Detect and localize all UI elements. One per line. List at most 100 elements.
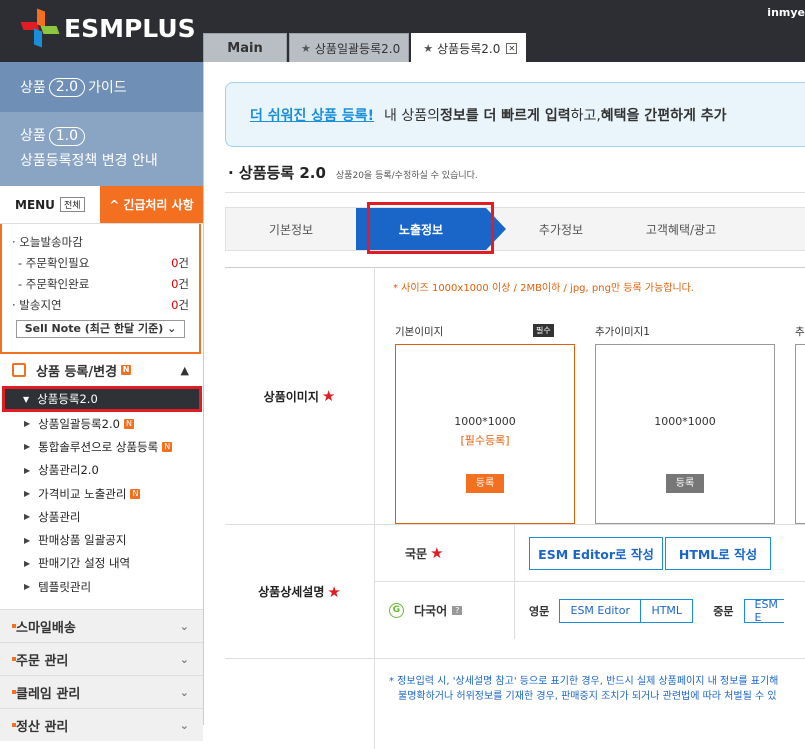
- item-label: 상품관리2.0: [38, 463, 99, 478]
- urgent-label: 긴급처리 사항: [123, 198, 194, 212]
- chevron-down-icon: ⌄: [167, 322, 177, 335]
- guide-20-link[interactable]: 상품 2.0 가이드: [0, 62, 203, 112]
- required-star-icon: ★: [327, 582, 341, 601]
- status-label: · 오늘발송마감: [12, 235, 83, 249]
- new-badge: N: [121, 365, 132, 375]
- register-button[interactable]: 등록: [466, 474, 504, 493]
- section-claim-manage[interactable]: 클레임 관리 ⌄: [0, 675, 203, 709]
- item-label: 판매상품 일괄공지: [38, 533, 127, 548]
- menu-all-button[interactable]: 전체: [59, 197, 85, 212]
- sidebar: 상품 2.0 가이드 상품 1.0 상품등록정책 변경 안내 MENU 전체 ^ 긴급처리…: [0, 62, 204, 742]
- detail-label: 상품상세설명 ★: [225, 525, 375, 658]
- sidebar-item-price-compare[interactable]: ▶ 가격비교 노출관리 N: [0, 482, 203, 505]
- main-image-box[interactable]: 1000*1000 [필수등록] 등록: [395, 344, 575, 524]
- step-customer-benefit[interactable]: 고객혜택/광고: [616, 208, 746, 250]
- sidebar-item-solution-register[interactable]: ▶ 통합솔루션으로 상품등록 N: [0, 435, 203, 458]
- menu-header: MENU 전체: [0, 186, 100, 223]
- chevron-down-icon: ⌄: [179, 718, 189, 732]
- section-product-register[interactable]: 상품 등록/변경 N ▲: [0, 354, 203, 386]
- section-label: 스마일배송: [16, 620, 76, 636]
- item-label: 상품관리: [38, 509, 81, 524]
- english-esm-editor-button[interactable]: ESM Editor: [559, 598, 642, 623]
- html-write-button[interactable]: HTML로 작성: [665, 536, 771, 570]
- add-image-box[interactable]: [795, 344, 805, 524]
- info-label: [225, 659, 375, 749]
- sidebar-item-product-register-20[interactable]: ▼ 상품등록2.0: [2, 386, 202, 412]
- new-badge: N: [162, 441, 173, 452]
- item-label: 템플릿관리: [38, 579, 92, 594]
- product-icon: [12, 363, 26, 377]
- sidebar-item-bulk-notice[interactable]: ▶ 판매상품 일괄공지: [0, 528, 203, 551]
- triangle-right-icon: ▶: [24, 489, 31, 499]
- sidebar-item-template[interactable]: ▶ 템플릿관리: [0, 575, 203, 598]
- label-text: 다국어: [414, 604, 448, 618]
- sell-note-label: Sell Note (최근 한달 기준): [24, 322, 164, 335]
- triangle-right-icon: ▶: [24, 419, 31, 429]
- tab-product-register[interactable]: ★ 상품등록2.0 ✕: [411, 33, 527, 62]
- sidebar-item-sale-period[interactable]: ▶ 판매기간 설정 내역: [0, 552, 203, 575]
- main-image-label: 기본이미지: [395, 326, 444, 338]
- item-label: 상품등록2.0: [37, 392, 98, 406]
- guide-text: 가이드: [88, 80, 127, 96]
- label-text: 국문: [405, 546, 428, 561]
- status-row[interactable]: · 발송지연 0건: [12, 295, 189, 316]
- status-row[interactable]: · 오늘발송마감: [12, 232, 189, 253]
- step-nav: 기본정보 노출정보 추가정보 고객혜택/광고: [225, 207, 805, 251]
- item-label: 가격비교 노출관리: [38, 486, 127, 501]
- urgent-tab[interactable]: ^ 긴급처리 사항: [100, 186, 203, 223]
- sidebar-item-bulk-register[interactable]: ▶ 상품일괄등록2.0 N: [0, 412, 203, 435]
- chevron-down-icon: ⌄: [179, 685, 189, 699]
- tab-main[interactable]: Main: [203, 33, 287, 62]
- required-badge: 필수: [533, 324, 554, 337]
- triangle-right-icon: ▶: [24, 512, 31, 522]
- chevron-up-icon: ^: [109, 197, 120, 212]
- page-title: · 상품등록 2.0 상품20을 등록/수정하실 수 있습니다.: [228, 164, 478, 182]
- page-title-text: 상품등록 2.0: [238, 164, 326, 182]
- sidebar-item-product-manage-20[interactable]: ▶ 상품관리2.0: [0, 459, 203, 482]
- page-subtitle: 상품20을 등록/수정하실 수 있습니다.: [335, 171, 478, 181]
- add-image-box[interactable]: 1000*1000 등록: [595, 344, 775, 524]
- banner-bold: 혜택을 간편하게 추가: [600, 107, 727, 124]
- required-star-icon: ★: [430, 544, 444, 562]
- star-icon: ★: [301, 41, 311, 55]
- chinese-esm-editor-button[interactable]: ESM E: [743, 598, 784, 624]
- help-icon[interactable]: ?: [452, 606, 463, 615]
- guide-text: 상품: [20, 128, 46, 144]
- section-smile-delivery[interactable]: 스마일배송 ⌄: [0, 609, 203, 643]
- chinese-label: 중문: [713, 604, 734, 618]
- version-pill: 2.0: [48, 77, 86, 97]
- status-row[interactable]: - 주문확인완료 0건: [12, 274, 189, 295]
- section-order-manage[interactable]: 주문 관리 ⌄: [0, 642, 203, 676]
- tab-label: 상품등록2.0: [437, 41, 501, 56]
- user-name[interactable]: inmye: [767, 6, 805, 19]
- esm-editor-button[interactable]: ESM Editor로 작성: [529, 536, 663, 570]
- step-basic-info[interactable]: 기본정보: [226, 208, 356, 250]
- section-label: 주문 관리: [16, 653, 69, 669]
- required-text: [필수등록]: [460, 434, 510, 447]
- status-unit: 건: [178, 277, 189, 291]
- status-label: - 주문확인필요: [18, 256, 90, 270]
- status-row[interactable]: - 주문확인필요 0건: [12, 253, 189, 274]
- sell-note-dropdown[interactable]: Sell Note (최근 한달 기준) ⌄: [16, 320, 185, 338]
- tab-label: 상품일괄등록2.0: [314, 41, 401, 56]
- item-label: 상품일괄등록2.0: [38, 416, 120, 431]
- status-unit: 건: [178, 298, 189, 312]
- close-icon[interactable]: ✕: [506, 42, 518, 54]
- section-label: 상품 등록/변경: [36, 364, 118, 380]
- multilang-label: G 다국어?: [375, 582, 515, 639]
- promo-banner: 더 쉬워진 상품 등록! 내 상품의 정보를 더 빠르게 입력 하고, 혜택을 간…: [225, 82, 805, 147]
- menu-label: MENU: [15, 197, 55, 212]
- image-note: * 사이즈 1000x1000 이상 / 2MB이하 / jpg, png만 등…: [393, 283, 695, 294]
- tab-bulk-register[interactable]: ★ 상품일괄등록2.0: [289, 33, 410, 62]
- sidebar-item-product-manage[interactable]: ▶ 상품관리: [0, 505, 203, 528]
- add-image-label: 추: [795, 326, 805, 338]
- info-line: * 정보입력 시, '상세설명 참고' 등으로 표기한 경우, 반드시 실제 상…: [389, 676, 779, 687]
- add-image-label: 추가이미지1: [595, 326, 650, 338]
- image-dim: 1000*1000: [454, 415, 516, 428]
- esmplus-logo[interactable]: ESMPLUS: [20, 8, 196, 48]
- triangle-right-icon: ▶: [24, 442, 31, 452]
- english-html-button[interactable]: HTML: [641, 598, 694, 623]
- register-button[interactable]: 등록: [666, 474, 704, 493]
- guide-10-link[interactable]: 상품 1.0 상품등록정책 변경 안내: [0, 112, 203, 186]
- triangle-right-icon: ▶: [24, 582, 31, 592]
